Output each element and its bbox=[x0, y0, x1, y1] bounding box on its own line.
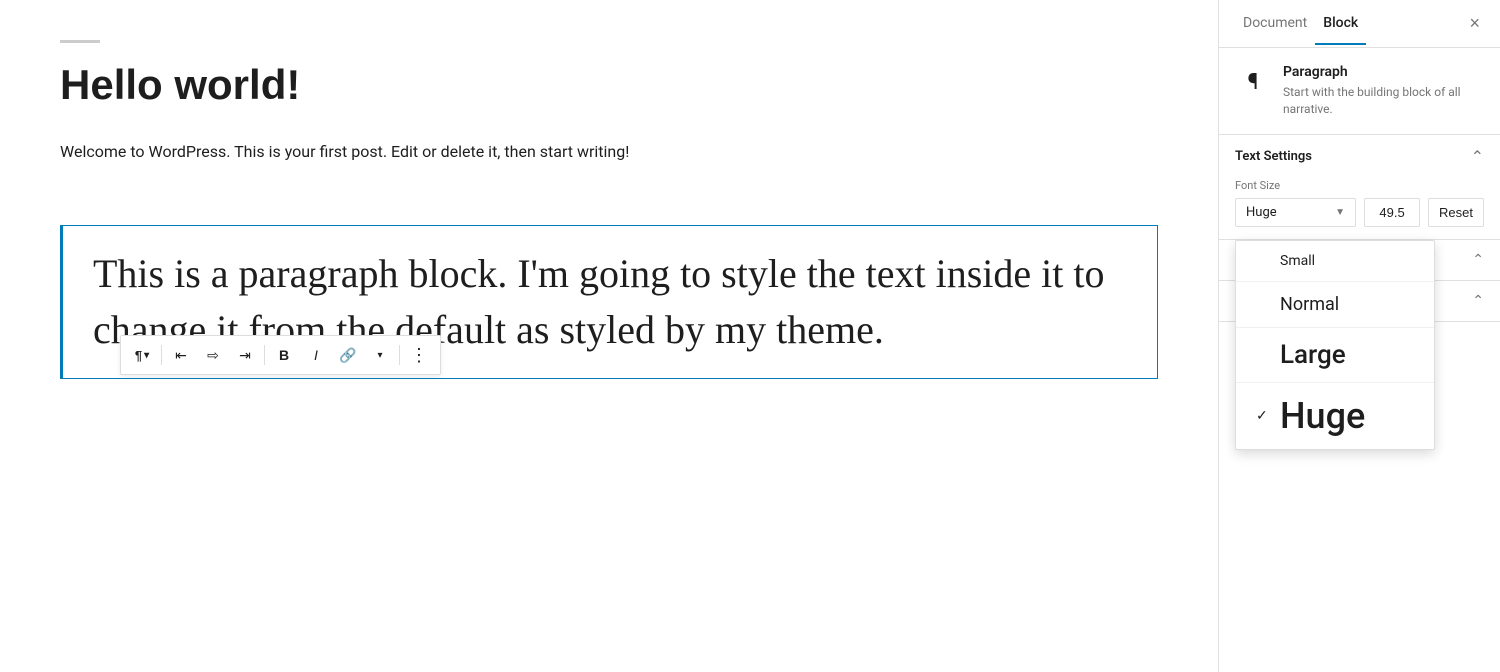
tab-block[interactable]: Block bbox=[1315, 3, 1366, 45]
block-info-text: Paragraph Start with the building block … bbox=[1283, 64, 1484, 118]
post-title[interactable]: Hello world! bbox=[60, 61, 1158, 109]
link-arrow-button[interactable]: ▾ bbox=[365, 340, 395, 370]
italic-button[interactable]: I bbox=[301, 340, 331, 370]
link-arrow-icon: ▾ bbox=[377, 350, 382, 361]
paragraph-icon: ¶ bbox=[135, 348, 142, 363]
block-description: Start with the building block of all nar… bbox=[1283, 84, 1484, 118]
text-settings-toggle[interactable]: ⌃ bbox=[1471, 147, 1484, 167]
font-size-select[interactable]: Huge ▼ bbox=[1235, 198, 1356, 227]
advanced-arrow: ⌃ bbox=[1472, 293, 1484, 309]
text-settings-title: Text Settings bbox=[1235, 149, 1312, 164]
bold-icon: B bbox=[279, 347, 289, 363]
huge-label: Huge bbox=[1280, 395, 1365, 437]
align-right-button[interactable]: ⇥ bbox=[230, 340, 260, 370]
sidebar: Document Block × ¶ Paragraph Start with … bbox=[1218, 0, 1500, 672]
text-settings-section: Text Settings ⌃ Font Size Huge ▼ Small bbox=[1219, 135, 1500, 240]
paragraph-arrow: ▾ bbox=[144, 350, 149, 361]
color-settings-arrow: ⌃ bbox=[1472, 252, 1484, 268]
sidebar-close-button[interactable]: × bbox=[1465, 9, 1484, 38]
dropdown-item-huge[interactable]: ✓ Huge bbox=[1236, 383, 1434, 449]
dropdown-item-normal[interactable]: Normal bbox=[1236, 282, 1434, 328]
font-size-select-text: Huge bbox=[1246, 205, 1277, 220]
block-info: ¶ Paragraph Start with the building bloc… bbox=[1219, 48, 1500, 135]
dropdown-item-small[interactable]: Small bbox=[1236, 241, 1434, 282]
sidebar-tabs: Document Block × bbox=[1219, 0, 1500, 48]
align-right-icon: ⇥ bbox=[239, 347, 251, 364]
block-type-icon: ¶ bbox=[1235, 64, 1271, 100]
align-center-button[interactable]: ⇨ bbox=[198, 340, 228, 370]
reset-button[interactable]: Reset bbox=[1428, 198, 1484, 227]
italic-icon: I bbox=[314, 347, 318, 363]
toolbar-divider-3 bbox=[399, 345, 400, 365]
normal-label: Normal bbox=[1280, 294, 1339, 315]
more-options-icon: ⋮ bbox=[410, 345, 428, 366]
huge-checkmark: ✓ bbox=[1256, 408, 1272, 424]
align-left-icon: ⇤ bbox=[175, 347, 187, 364]
large-label: Large bbox=[1280, 340, 1346, 370]
font-size-dropdown-menu: Small Normal Large ✓ Huge bbox=[1235, 240, 1435, 450]
block-toolbar: ¶ ▾ ⇤ ⇨ ⇥ B I 🔗 ▾ bbox=[120, 335, 441, 375]
title-divider bbox=[60, 40, 100, 43]
font-size-controls: Huge ▼ Small Normal bbox=[1235, 198, 1484, 227]
font-size-input[interactable] bbox=[1364, 198, 1420, 227]
align-center-icon: ⇨ bbox=[207, 347, 219, 364]
tab-document[interactable]: Document bbox=[1235, 3, 1315, 45]
welcome-line-container: Welcome to WordPress. This is your first… bbox=[60, 139, 1158, 165]
text-settings-header: Text Settings ⌃ bbox=[1235, 147, 1484, 167]
link-button[interactable]: 🔗 bbox=[333, 340, 363, 370]
align-left-button[interactable]: ⇤ bbox=[166, 340, 196, 370]
block-name: Paragraph bbox=[1283, 64, 1484, 80]
dropdown-item-large[interactable]: Large bbox=[1236, 328, 1434, 383]
welcome-text: Welcome to WordPress. This is your first… bbox=[60, 139, 1158, 165]
more-options-button[interactable]: ⋮ bbox=[404, 340, 434, 370]
font-size-label: Font Size bbox=[1235, 179, 1484, 192]
font-size-dropdown-container: Huge ▼ Small Normal bbox=[1235, 198, 1356, 227]
font-size-select-arrow: ▼ bbox=[1335, 207, 1345, 218]
paragraph-type-button[interactable]: ¶ ▾ bbox=[127, 340, 157, 370]
link-icon: 🔗 bbox=[339, 347, 356, 364]
bold-button[interactable]: B bbox=[269, 340, 299, 370]
small-label: Small bbox=[1280, 253, 1315, 269]
editor-area: Hello world! Welcome to WordPress. This … bbox=[0, 0, 1218, 672]
toolbar-divider-1 bbox=[161, 345, 162, 365]
toolbar-divider-2 bbox=[264, 345, 265, 365]
